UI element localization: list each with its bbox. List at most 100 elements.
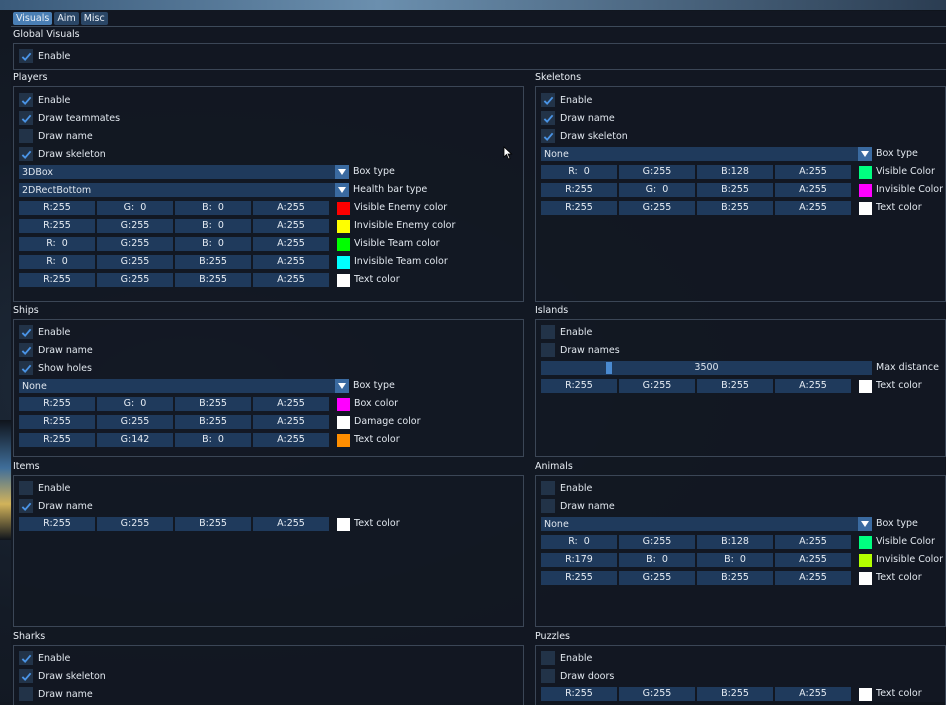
islands-enable-checkbox[interactable]: Enable xyxy=(541,325,592,339)
color-channel-g-field[interactable]: G:255 xyxy=(97,273,173,287)
color-channel-r-field[interactable]: R: 0 xyxy=(19,255,95,269)
color-channel-b-field[interactable]: B:255 xyxy=(175,273,251,287)
players-color-swatch[interactable] xyxy=(337,220,350,233)
color-channel-a-field[interactable]: A:255 xyxy=(253,415,329,429)
color-channel-g-field[interactable]: G: 0 xyxy=(619,183,695,197)
color-channel-b-field[interactable]: B:255 xyxy=(175,255,251,269)
tab-misc[interactable]: Misc xyxy=(80,12,108,25)
color-channel-g-field[interactable]: G: 0 xyxy=(97,201,173,215)
skeletons-enable-checkbox[interactable]: Enable xyxy=(541,93,592,107)
skeletons-box-type-dropdown[interactable]: None xyxy=(541,147,872,161)
color-channel-b-field[interactable]: B: 0 xyxy=(175,219,251,233)
color-channel-g-field[interactable]: G:255 xyxy=(619,201,695,215)
color-channel-b-field[interactable]: B:255 xyxy=(175,517,251,531)
animals-color-swatch[interactable] xyxy=(859,554,872,567)
sharks-draw-skeleton-checkbox[interactable]: Draw skeleton xyxy=(19,669,106,683)
color-channel-r-field[interactable]: R: 0 xyxy=(541,165,617,179)
color-channel-g-field[interactable]: G:255 xyxy=(619,535,695,549)
color-channel-g-field[interactable]: G:255 xyxy=(619,165,695,179)
color-channel-b-field[interactable]: B:255 xyxy=(175,397,251,411)
ships-color-swatch[interactable] xyxy=(337,416,350,429)
animals-color-swatch[interactable] xyxy=(859,572,872,585)
color-channel-r-field[interactable]: R:255 xyxy=(541,201,617,215)
color-channel-b-field[interactable]: B: 0 xyxy=(175,433,251,447)
color-channel-b-field[interactable]: B:255 xyxy=(697,201,773,215)
color-channel-b-field[interactable]: B:255 xyxy=(697,379,773,393)
players-color-swatch[interactable] xyxy=(337,238,350,251)
skeletons-draw-skeleton-checkbox[interactable]: Draw skeleton xyxy=(541,129,628,143)
players-draw-skeleton-checkbox[interactable]: Draw skeleton xyxy=(19,147,106,161)
puzzles-enable-checkbox[interactable]: Enable xyxy=(541,651,592,665)
color-channel-b-field[interactable]: B:255 xyxy=(697,183,773,197)
color-channel-a-field[interactable]: A:255 xyxy=(775,571,851,585)
color-channel-a-field[interactable]: A:255 xyxy=(253,219,329,233)
players-box-type-dropdown[interactable]: 3DBox xyxy=(19,165,349,179)
color-channel-a-field[interactable]: A:255 xyxy=(775,201,851,215)
color-channel-r-field[interactable]: R:255 xyxy=(541,379,617,393)
animals-draw-name-checkbox[interactable]: Draw name xyxy=(541,499,615,513)
islands-color-swatch[interactable] xyxy=(859,380,872,393)
color-channel-b-field[interactable]: B: 0 xyxy=(175,237,251,251)
color-channel-a-field[interactable]: A:255 xyxy=(253,255,329,269)
items-color-swatch[interactable] xyxy=(337,518,350,531)
skeletons-draw-name-checkbox[interactable]: Draw name xyxy=(541,111,615,125)
sharks-enable-checkbox[interactable]: Enable xyxy=(19,651,70,665)
color-channel-r-field[interactable]: R:255 xyxy=(19,273,95,287)
color-channel-g-field[interactable]: G:255 xyxy=(619,571,695,585)
color-channel-g-field[interactable]: G:255 xyxy=(97,237,173,251)
tab-aim[interactable]: Aim xyxy=(54,12,79,25)
players-enable-checkbox[interactable]: Enable xyxy=(19,93,70,107)
color-channel-a-field[interactable]: A:255 xyxy=(775,183,851,197)
color-channel-r-field[interactable]: R:179 xyxy=(541,553,617,567)
color-channel-a-field[interactable]: A:255 xyxy=(253,273,329,287)
color-channel-g-field[interactable]: G:255 xyxy=(97,415,173,429)
color-channel-r-field[interactable]: R:255 xyxy=(541,183,617,197)
color-channel-b-field[interactable]: B:128 xyxy=(697,165,773,179)
islands-max-distance-slider[interactable]: 3500 xyxy=(541,361,872,375)
animals-color-swatch[interactable] xyxy=(859,536,872,549)
ships-color-swatch[interactable] xyxy=(337,398,350,411)
color-channel-g-field[interactable]: B: 0 xyxy=(619,553,695,567)
color-channel-g-field[interactable]: G:255 xyxy=(619,687,695,701)
color-channel-a-field[interactable]: A:255 xyxy=(253,517,329,531)
color-channel-a-field[interactable]: A:255 xyxy=(775,553,851,567)
color-channel-r-field[interactable]: R:255 xyxy=(19,201,95,215)
players-color-swatch[interactable] xyxy=(337,274,350,287)
color-channel-r-field[interactable]: R:255 xyxy=(19,219,95,233)
color-channel-a-field[interactable]: A:255 xyxy=(253,397,329,411)
animals-enable-checkbox[interactable]: Enable xyxy=(541,481,592,495)
color-channel-a-field[interactable]: A:255 xyxy=(775,165,851,179)
global-enable-checkbox[interactable]: Enable xyxy=(19,49,70,63)
color-channel-g-field[interactable]: G:255 xyxy=(619,379,695,393)
items-draw-name-checkbox[interactable]: Draw name xyxy=(19,499,93,513)
puzzles-draw-doors-checkbox[interactable]: Draw doors xyxy=(541,669,614,683)
color-channel-a-field[interactable]: A:255 xyxy=(253,237,329,251)
players-health-bar-dropdown[interactable]: 2DRectBottom xyxy=(19,183,349,197)
ships-draw-name-checkbox[interactable]: Draw name xyxy=(19,343,93,357)
islands-draw-names-checkbox[interactable]: Draw names xyxy=(541,343,620,357)
color-channel-r-field[interactable]: R:255 xyxy=(19,517,95,531)
color-channel-g-field[interactable]: G:255 xyxy=(97,517,173,531)
color-channel-a-field[interactable]: A:255 xyxy=(253,433,329,447)
color-channel-r-field[interactable]: R:255 xyxy=(19,415,95,429)
color-channel-a-field[interactable]: A:255 xyxy=(253,201,329,215)
color-channel-g-field[interactable]: G: 0 xyxy=(97,397,173,411)
color-channel-b-field[interactable]: B: 0 xyxy=(175,201,251,215)
ships-color-swatch[interactable] xyxy=(337,434,350,447)
color-channel-a-field[interactable]: A:255 xyxy=(775,379,851,393)
color-channel-g-field[interactable]: G:255 xyxy=(97,219,173,233)
color-channel-r-field[interactable]: R: 0 xyxy=(541,535,617,549)
tab-visuals[interactable]: Visuals xyxy=(13,12,53,25)
skeletons-color-swatch[interactable] xyxy=(859,184,872,197)
color-channel-a-field[interactable]: A:255 xyxy=(775,535,851,549)
ships-show-holes-checkbox[interactable]: Show holes xyxy=(19,361,92,375)
color-channel-r-field[interactable]: R:255 xyxy=(19,433,95,447)
color-channel-r-field[interactable]: R:255 xyxy=(541,571,617,585)
color-channel-b-field[interactable]: B:255 xyxy=(175,415,251,429)
players-draw-name-checkbox[interactable]: Draw name xyxy=(19,129,93,143)
color-channel-b-field[interactable]: B:255 xyxy=(697,687,773,701)
color-channel-r-field[interactable]: R:255 xyxy=(19,397,95,411)
color-channel-r-field[interactable]: R:255 xyxy=(541,687,617,701)
color-channel-b-field[interactable]: B:255 xyxy=(697,571,773,585)
players-color-swatch[interactable] xyxy=(337,202,350,215)
